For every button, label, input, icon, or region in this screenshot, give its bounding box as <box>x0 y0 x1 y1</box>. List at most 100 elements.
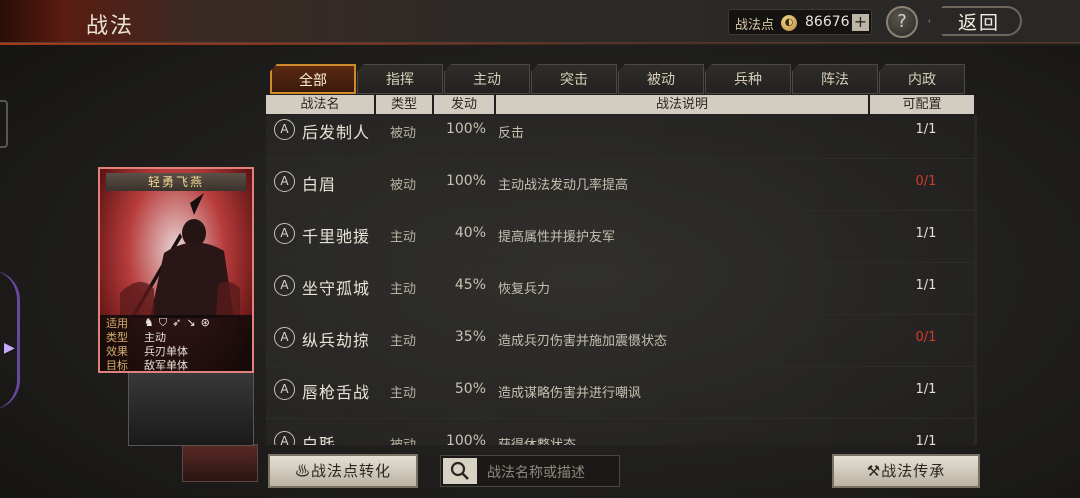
tactics-list[interactable]: A 后发制人 被动 100% 反击 1/1 A 白眉 被动 100% 主动战法发动几率提高 0/1 A 千… <box>266 115 974 445</box>
card-field-key: 目标 <box>106 359 128 372</box>
add-points-button[interactable]: + <box>852 14 869 31</box>
inherit-tactic-button[interactable]: ⚒战法传承 <box>832 454 980 488</box>
side-panel-handle[interactable] <box>0 100 8 148</box>
tactic-rate: 40% <box>454 225 486 241</box>
tactic-points-value: 86676 <box>805 14 850 30</box>
top-bar: 战法 战法点 ◐ 86676 + ? 返回 <box>0 0 1080 45</box>
warrior-silhouette-icon <box>120 193 240 318</box>
tactic-configurable: 1/1 <box>915 226 937 241</box>
tactic-rate: 45% <box>454 277 486 293</box>
tactic-rate: 50% <box>454 381 486 397</box>
grade-badge-icon: A <box>274 119 295 140</box>
expand-arrow-icon[interactable]: ▶ <box>4 340 15 356</box>
grade-badge-icon: A <box>274 223 295 244</box>
search-placeholder: 战法名称或描述 <box>487 465 585 481</box>
tactic-row[interactable]: A 千里驰援 主动 40% 提高属性并援护友军 1/1 <box>266 211 974 263</box>
help-button[interactable]: ? <box>886 6 918 38</box>
tactic-name: 白毦 <box>302 435 337 445</box>
grade-badge-icon: A <box>274 171 295 192</box>
card-title: 轻勇飞燕 <box>106 173 246 191</box>
tactic-configurable: 1/1 <box>915 122 937 137</box>
tactic-description: 恢复兵力 <box>498 282 551 297</box>
wheel-icon: ⊛ <box>200 316 215 329</box>
page-title: 战法 <box>86 14 135 39</box>
tactic-row[interactable]: A 纵兵劫掠 主动 35% 造成兵刃伤害并施加震慑状态 0/1 <box>266 315 974 367</box>
tab-2[interactable]: 主动 <box>444 64 530 94</box>
tactic-configurable: 1/1 <box>915 382 937 397</box>
tactic-rate: 35% <box>454 329 486 345</box>
tactic-name: 后发制人 <box>302 123 371 142</box>
shield-icon: ⛉ <box>158 316 173 329</box>
tactic-name: 白眉 <box>302 175 337 194</box>
card-field-value: 敌军单体 <box>144 359 188 372</box>
tactic-description: 反击 <box>498 126 525 141</box>
tactic-name: 坐守孤城 <box>302 279 371 298</box>
tactic-type: 被动 <box>390 178 417 193</box>
tactic-rate: 100% <box>445 121 486 137</box>
column-header-type: 类型 <box>376 95 432 114</box>
tactic-configurable: 0/1 <box>915 174 937 189</box>
horse-icon: ♞ <box>144 316 159 329</box>
tactic-card[interactable]: 轻勇飞燕 适用 ♞⛉➶↘⊛ 类型 主动 效果 兵刃单体 目标 敌军单体 <box>98 167 254 373</box>
coin-icon: ◐ <box>781 15 797 31</box>
tab-1[interactable]: 指挥 <box>357 64 443 94</box>
card-info-panel: 适用 ♞⛉➶↘⊛ 类型 主动 效果 兵刃单体 目标 敌军单体 <box>100 315 252 371</box>
tactic-configurable: 1/1 <box>915 434 937 445</box>
tactic-description: 造成谋略伤害并进行嘲讽 <box>498 386 642 401</box>
tab-4[interactable]: 被动 <box>618 64 704 94</box>
grade-badge-icon: A <box>274 275 295 296</box>
stacked-card-back <box>182 444 258 482</box>
column-header-name: 战法名 <box>266 95 374 114</box>
grade-badge-icon: A <box>274 327 295 348</box>
tactic-row[interactable]: A 白毦 被动 100% 获得休整状态 1/1 <box>266 419 974 445</box>
tactic-type: 被动 <box>390 126 417 141</box>
screen: { "header": { "title": "战法", "points_lab… <box>0 0 1080 498</box>
convert-points-button[interactable]: ♨战法点转化 <box>268 454 418 488</box>
tactic-row[interactable]: A 坐守孤城 主动 45% 恢复兵力 1/1 <box>266 263 974 315</box>
convert-points-label: 战法点转化 <box>311 462 392 480</box>
tactic-row[interactable]: A 白眉 被动 100% 主动战法发动几率提高 0/1 <box>266 159 974 211</box>
tab-6[interactable]: 阵法 <box>792 64 878 94</box>
column-header-description: 战法说明 <box>496 95 868 114</box>
grade-badge-icon: A <box>274 379 295 400</box>
tab-7[interactable]: 内政 <box>879 64 965 94</box>
flame-icon: ♨ <box>294 462 311 480</box>
tactic-description: 造成兵刃伤害并施加震慑状态 <box>498 334 668 349</box>
tactic-configurable: 1/1 <box>915 278 937 293</box>
tactic-points-label: 战法点 <box>735 18 775 33</box>
inherit-tactic-label: 战法传承 <box>881 462 946 480</box>
search-icon <box>450 461 469 480</box>
tactic-type: 主动 <box>390 386 417 401</box>
column-header-rate: 发动 <box>434 95 494 114</box>
tactic-configurable: 0/1 <box>915 330 937 345</box>
tactic-name: 唇枪舌战 <box>302 383 371 402</box>
tactic-row[interactable]: A 唇枪舌战 主动 50% 造成谋略伤害并进行嘲讽 1/1 <box>266 367 974 419</box>
tactic-type: 主动 <box>390 282 417 297</box>
tactic-description: 提高属性并援护友军 <box>498 230 616 245</box>
tactic-description: 获得休整状态 <box>498 434 576 445</box>
tactic-rate: 100% <box>445 433 486 445</box>
spear-icon: ↘ <box>186 316 201 329</box>
tactic-points-panel: 战法点 ◐ 86676 + <box>728 9 872 35</box>
bow-icon: ➶ <box>172 316 187 329</box>
hammer-icon: ⚒ <box>866 462 882 480</box>
tab-3[interactable]: 突击 <box>531 64 617 94</box>
list-scrollbar[interactable] <box>974 115 977 445</box>
tactic-type: 主动 <box>390 230 417 245</box>
column-header-configurable: 可配置 <box>870 95 974 114</box>
tactic-name: 纵兵劫掠 <box>302 331 371 350</box>
tactic-type: 被动 <box>390 434 416 445</box>
unit-type-icons: ♞⛉➶↘⊛ <box>144 316 215 330</box>
tab-0[interactable]: 全部 <box>270 64 356 94</box>
grade-badge-icon: A <box>274 431 295 445</box>
tactic-name: 千里驰援 <box>302 227 371 246</box>
tactic-description: 主动战法发动几率提高 <box>498 178 629 193</box>
tactic-type: 主动 <box>390 334 417 349</box>
stacked-card-back <box>128 368 254 446</box>
tactic-row[interactable]: A 后发制人 被动 100% 反击 1/1 <box>266 115 974 159</box>
search-button[interactable] <box>443 458 477 484</box>
tactic-rate: 100% <box>445 173 486 189</box>
back-button-label[interactable]: 返回 <box>958 8 1000 35</box>
tab-5[interactable]: 兵种 <box>705 64 791 94</box>
search-input[interactable]: 战法名称或描述 <box>440 455 620 487</box>
